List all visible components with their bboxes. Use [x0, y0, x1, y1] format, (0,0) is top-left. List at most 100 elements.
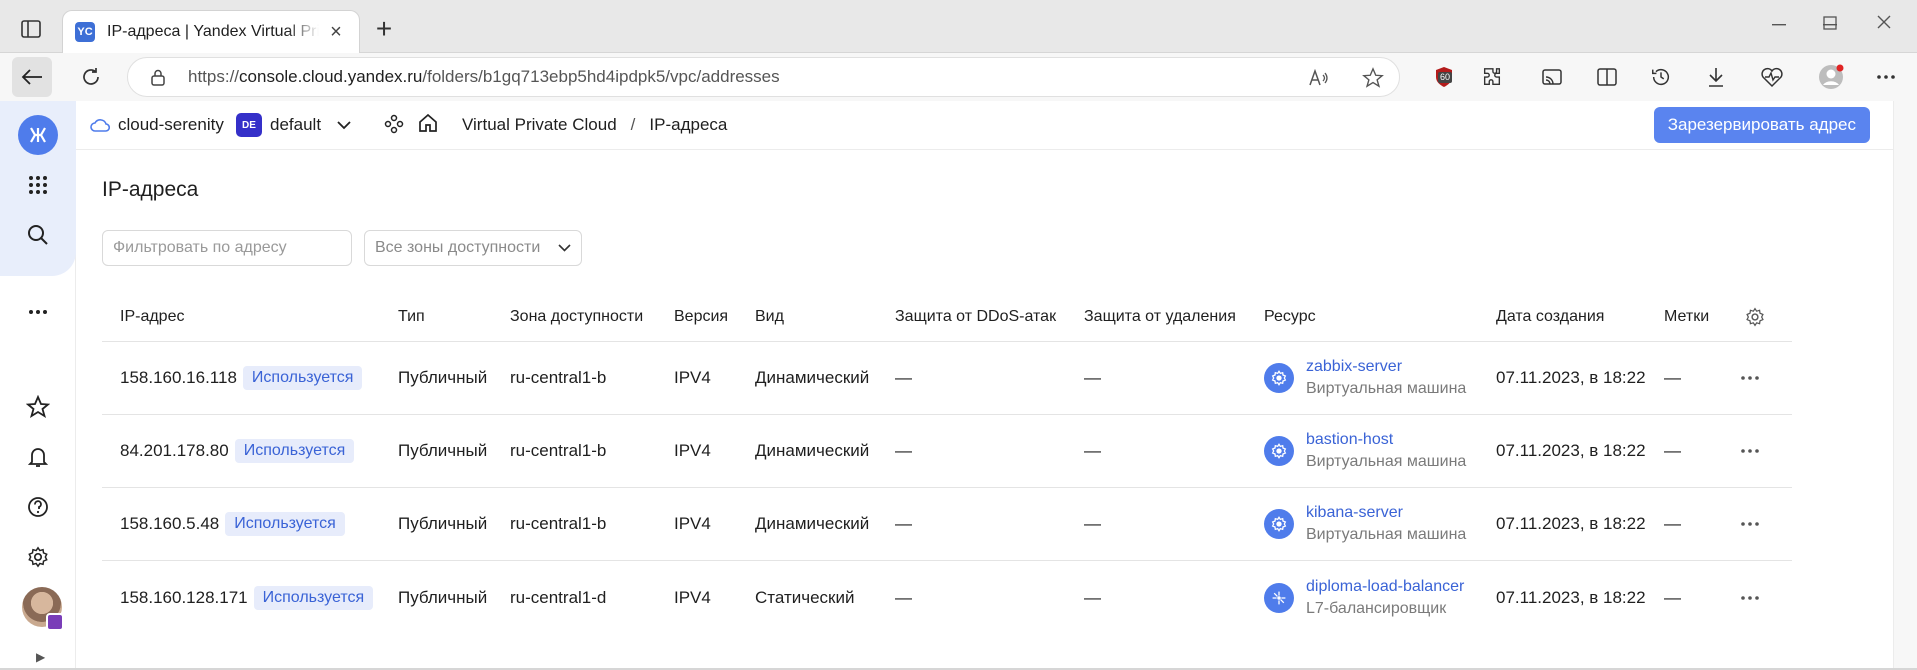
- ddos-cell: —: [895, 514, 912, 533]
- ip-address[interactable]: 158.160.16.118: [120, 368, 237, 388]
- browser-essentials-icon[interactable]: [1752, 57, 1792, 97]
- new-tab-icon[interactable]: +: [372, 13, 396, 44]
- row-actions-icon[interactable]: [1741, 342, 1759, 414]
- chevron-down-icon: [337, 120, 351, 129]
- address-filter-input[interactable]: [102, 230, 352, 266]
- folder-selector[interactable]: DE default: [236, 113, 351, 137]
- address-bar[interactable]: https://console.cloud.yandex.ru/folders/…: [127, 57, 1400, 97]
- resource-cell: diploma-load-balancer L7-балансировщик: [1264, 561, 1464, 634]
- split-screen-icon[interactable]: [1587, 57, 1627, 97]
- help-icon[interactable]: [20, 489, 56, 525]
- table-row[interactable]: 84.201.178.80 Используется Публичный ru-…: [102, 415, 1792, 488]
- more-services-icon[interactable]: [20, 294, 56, 330]
- url-path: /folders/b1gq713ebp5hd4ipdpk5/vpc/addres…: [422, 67, 780, 86]
- column-header-kind[interactable]: Вид: [755, 292, 784, 341]
- extensions-puzzle-icon[interactable]: [1472, 57, 1512, 97]
- version-cell: IPV4: [674, 514, 711, 533]
- page-scrollbar[interactable]: [1893, 101, 1917, 670]
- read-aloud-icon[interactable]: [1307, 66, 1331, 90]
- reserve-address-button[interactable]: Зарезервировать адрес: [1653, 107, 1870, 143]
- home-icon[interactable]: [418, 113, 438, 133]
- resource-link[interactable]: diploma-load-balancer: [1306, 576, 1464, 598]
- profile-avatar-icon[interactable]: [1811, 57, 1851, 97]
- back-arrow-icon[interactable]: [12, 57, 52, 97]
- status-badge: Используется: [225, 512, 345, 536]
- kind-cell: Статический: [755, 587, 855, 607]
- url-text[interactable]: https://console.cloud.yandex.ru/folders/…: [188, 67, 780, 87]
- resource-link[interactable]: bastion-host: [1306, 429, 1466, 451]
- ip-address[interactable]: 84.201.178.80: [120, 441, 229, 461]
- resource-cell: zabbix-server Виртуальная машина: [1264, 342, 1466, 414]
- column-header-ip[interactable]: IP-адрес: [120, 292, 184, 341]
- table-row[interactable]: 158.160.16.118 Используется Публичный ru…: [102, 342, 1792, 415]
- row-actions-icon[interactable]: [1741, 561, 1759, 634]
- row-actions-icon[interactable]: [1741, 488, 1759, 560]
- resource-cell: bastion-host Виртуальная машина: [1264, 415, 1466, 487]
- row-actions-icon[interactable]: [1741, 415, 1759, 487]
- service-map-icon[interactable]: [384, 114, 404, 134]
- load-balancer-icon: [1264, 582, 1294, 613]
- cloud-name: cloud-serenity: [118, 115, 224, 134]
- close-window-icon[interactable]: [1864, 7, 1904, 37]
- history-icon[interactable]: [1641, 57, 1681, 97]
- column-header-created[interactable]: Дата создания: [1496, 292, 1604, 341]
- table-header: IP-адрес Тип Зона доступности Версия Вид…: [102, 292, 1792, 342]
- zone-cell: ru-central1-d: [510, 587, 607, 607]
- column-header-ddos[interactable]: Защита от DDoS-атак: [895, 292, 1056, 341]
- resource-type: L7-балансировщик: [1306, 599, 1447, 617]
- table-row[interactable]: 158.160.5.48 Используется Публичный ru-c…: [102, 488, 1792, 561]
- browser-menu-icon[interactable]: [1866, 57, 1906, 97]
- favorites-star-icon[interactable]: [20, 389, 56, 425]
- all-services-grid-icon[interactable]: [20, 167, 56, 203]
- resource-type: Виртуальная машина: [1306, 380, 1467, 397]
- column-header-labels[interactable]: Метки: [1664, 292, 1709, 341]
- resource-link[interactable]: zabbix-server: [1306, 356, 1466, 378]
- notifications-bell-icon[interactable]: [20, 439, 56, 475]
- column-header-resource[interactable]: Ресурс: [1264, 292, 1316, 341]
- ublock-extension-icon[interactable]: 60: [1424, 57, 1464, 97]
- maximize-window-icon[interactable]: [1810, 8, 1850, 38]
- ip-cell: 158.160.128.171 Используется: [120, 561, 374, 634]
- ip-address[interactable]: 158.160.128.171: [120, 588, 248, 608]
- deletion-protection-cell: —: [1084, 587, 1101, 607]
- column-header-zone[interactable]: Зона доступности: [510, 292, 643, 341]
- ddos-cell: —: [895, 587, 912, 607]
- status-badge: Используется: [234, 439, 355, 463]
- table-settings-gear-icon[interactable]: [1745, 292, 1765, 341]
- zones-select-value: Все зоны доступности: [375, 239, 541, 256]
- breadcrumb-service[interactable]: Virtual Private Cloud: [462, 115, 617, 135]
- expand-sidebar-icon[interactable]: ▶: [36, 650, 45, 664]
- console-header: cloud-serenity DE default Virtual Privat…: [76, 101, 1917, 150]
- column-header-type[interactable]: Тип: [398, 292, 425, 341]
- table-row[interactable]: 158.160.128.171 Используется Публичный r…: [102, 561, 1792, 634]
- column-header-version[interactable]: Версия: [674, 292, 728, 341]
- tab-actions-icon[interactable]: [18, 16, 44, 42]
- yandex-cloud-favicon-icon: YC: [75, 22, 95, 42]
- minimize-window-icon[interactable]: [1759, 10, 1799, 40]
- browser-tab[interactable]: YC IP-адреса | Yandex Virtual Private Cl…: [62, 10, 360, 53]
- availability-zones-select[interactable]: Все зоны доступности: [364, 230, 582, 266]
- favorite-star-icon[interactable]: [1361, 66, 1385, 90]
- zone-cell: ru-central1-b: [510, 368, 607, 387]
- extension-badge-count: 60: [1438, 72, 1453, 83]
- search-icon[interactable]: [20, 217, 56, 253]
- yandex-cloud-logo-icon[interactable]: [18, 115, 58, 155]
- column-header-deletion-protection[interactable]: Защита от удаления: [1084, 292, 1236, 341]
- version-cell: IPV4: [674, 441, 711, 460]
- ip-addresses-table: IP-адрес Тип Зона доступности Версия Вид…: [102, 292, 1792, 634]
- download-icon[interactable]: [1696, 57, 1736, 97]
- settings-gear-icon[interactable]: [20, 539, 56, 575]
- deletion-protection-cell: —: [1084, 514, 1101, 533]
- close-tab-icon[interactable]: ×: [325, 21, 347, 43]
- cast-icon[interactable]: [1532, 57, 1572, 97]
- type-cell: Публичный: [398, 441, 488, 460]
- ip-cell: 84.201.178.80 Используется: [120, 415, 355, 487]
- zone-cell: ru-central1-b: [510, 514, 607, 533]
- cloud-selector[interactable]: cloud-serenity: [90, 115, 224, 135]
- ip-address[interactable]: 158.160.5.48: [120, 514, 219, 534]
- resource-link[interactable]: kibana-server: [1306, 502, 1466, 524]
- account-badge-icon: [46, 613, 64, 631]
- deletion-protection-cell: —: [1084, 441, 1101, 460]
- lock-icon[interactable]: [148, 67, 168, 87]
- reload-icon[interactable]: [71, 57, 111, 97]
